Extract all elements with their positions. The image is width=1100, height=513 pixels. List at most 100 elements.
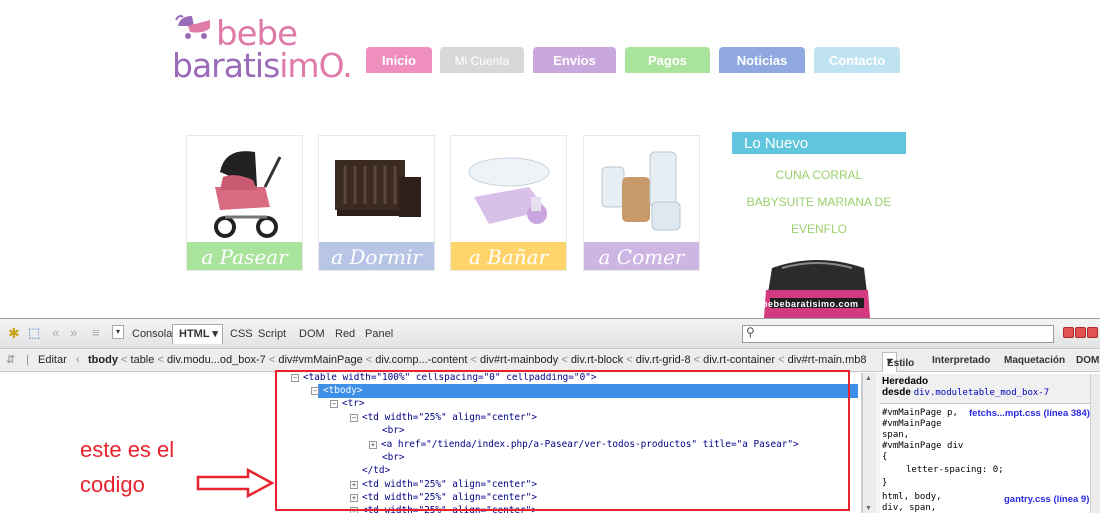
category-tile-banar[interactable]: a Bañar — [450, 135, 567, 271]
detach-icon[interactable] — [1075, 327, 1086, 338]
window-buttons — [1062, 327, 1098, 341]
style-side-panel: Estilo ▾ Interpretado Maquetación DOM He… — [880, 350, 1100, 513]
bottles-image — [601, 151, 681, 231]
tile-caption-banar: a Bañar — [451, 242, 566, 270]
html-tree-scrollbar[interactable]: ▲ ▼ — [862, 373, 876, 513]
breadcrumb-item[interactable]: div.rt-grid-8 — [636, 354, 691, 366]
breadcrumb-item[interactable]: div.rt-container — [703, 354, 775, 366]
news-title: Lo Nuevo — [732, 132, 906, 154]
nav-pagos[interactable]: Pagos — [625, 47, 710, 73]
news-item-line3[interactable]: EVENFLO — [732, 222, 906, 236]
css-source-link[interactable]: gantry.css (línea 9) — [1004, 494, 1089, 505]
logo-text-part1: baratis — [172, 46, 280, 85]
scroll-down-icon[interactable]: ▼ — [865, 505, 872, 512]
inherited-selector[interactable]: div.moduletable_mod_box-7 — [914, 388, 1049, 398]
tab-html[interactable]: HTML ▾ — [172, 324, 223, 344]
forward-icon[interactable]: » — [70, 325, 77, 340]
tile-caption-comer: a Comer — [584, 242, 699, 270]
pram-logo-icon — [175, 15, 210, 39]
side-panel-scrollbar[interactable] — [1090, 374, 1100, 513]
breadcrumb-divider: | — [26, 354, 29, 366]
breadcrumb-item[interactable]: table — [131, 354, 155, 366]
category-tile-comer[interactable]: a Comer — [583, 135, 700, 271]
tab-dom[interactable]: DOM — [299, 328, 325, 340]
nav-contacto[interactable]: Contacto — [814, 47, 900, 73]
tab-dom-side[interactable]: DOM — [1076, 355, 1099, 366]
category-tile-pasear[interactable]: a Pasear — [186, 135, 303, 271]
breadcrumb-item[interactable]: div#vmMainPage — [278, 354, 362, 366]
edit-button[interactable]: Editar — [38, 350, 67, 371]
firebug-toolbar: ✱ ⬚ « » ≡ ▾ Consola HTML ▾ CSS Script DO… — [0, 319, 1100, 349]
rule2-selector-line: div, span, — [882, 503, 937, 513]
breadcrumb-separator: < — [778, 354, 785, 366]
category-tile-dormir[interactable]: a Dormir — [318, 135, 435, 271]
rule1-close-brace: } — [882, 478, 888, 488]
minimize-icon[interactable] — [1063, 327, 1074, 338]
css-property[interactable]: letter-spacing: 0; — [906, 465, 1004, 475]
rule2-selector-line: html, body, — [882, 492, 942, 502]
scroll-up-icon[interactable]: ▲ — [865, 375, 872, 382]
rule1-selector-line: #vmMainPage p, — [882, 408, 958, 418]
css-source-link[interactable]: fetchs...mpt.css (línea 384) — [969, 408, 1090, 419]
firebug-search-input[interactable]: ⚲ — [742, 325, 1054, 343]
breadcrumb-separator: < — [365, 354, 373, 366]
annotation-arrow-icon — [196, 468, 275, 498]
inherited-from-label: desde — [882, 387, 911, 398]
breadcrumb-separator: < — [470, 354, 477, 366]
breadcrumb-separator: < — [626, 354, 633, 366]
logo-text-part2: imO. — [279, 46, 352, 85]
tab-red[interactable]: Red — [335, 328, 355, 340]
rule1-selector-line: span, — [882, 430, 910, 440]
tab-estilo[interactable]: Estilo ▾ — [882, 352, 914, 372]
nav-inicio[interactable]: Inicio — [366, 47, 432, 73]
annotation-line1: este es el — [80, 437, 175, 462]
playpen-image[interactable]: bebebaratisimo.com — [752, 250, 882, 318]
side-tabs: Estilo ▾ Interpretado Maquetación DOM — [880, 350, 1100, 372]
tab-maquetacion[interactable]: Maquetación — [1004, 355, 1065, 366]
inherited-title: Heredado — [882, 376, 929, 387]
breadcrumb-scroll-left-icon[interactable]: ‹ — [76, 350, 80, 371]
breadcrumb-item[interactable]: div.rt-block — [571, 354, 623, 366]
list-icon[interactable]: ≡ — [92, 325, 100, 340]
menu-dropdown-icon[interactable]: ▾ — [112, 325, 124, 339]
inherited-header: Heredado desde div.moduletable_mod_box-7 — [880, 374, 1090, 404]
bathtub-image — [468, 157, 550, 224]
news-item-line2[interactable]: BABYSUITE MARIANA DE — [732, 195, 906, 209]
playpen-image-caption: bebebaratisimo.com — [762, 299, 859, 309]
nav-noticias[interactable]: Noticias — [719, 47, 805, 73]
breadcrumb-separator: < — [268, 354, 276, 366]
breadcrumb-icon: ⇵ — [6, 354, 16, 366]
close-icon[interactable] — [1087, 327, 1098, 338]
breadcrumb-current[interactable]: tbody — [88, 354, 118, 366]
tile-caption-pasear: a Pasear — [187, 242, 302, 270]
tab-css[interactable]: CSS — [230, 328, 253, 340]
breadcrumb-separator: < — [157, 354, 164, 366]
tab-script[interactable]: Script — [258, 328, 286, 340]
site-logo[interactable]: bebe baratisimO. — [172, 12, 362, 85]
breadcrumb-item[interactable]: div#rt-main.mb8 — [788, 354, 867, 366]
news-item-line1[interactable]: CUNA CORRAL — [732, 168, 906, 182]
search-icon: ⚲ — [746, 325, 755, 339]
breadcrumb-separator: < — [693, 354, 701, 366]
back-icon[interactable]: « — [52, 325, 59, 340]
tab-estilo-label: Estilo — [887, 358, 915, 369]
annotation-line2: codigo — [80, 472, 145, 497]
tab-interpretado[interactable]: Interpretado — [932, 355, 990, 366]
breadcrumb: ⇵ | Editar ‹ tbody < table < div.modu...… — [0, 350, 880, 372]
inspect-icon[interactable]: ⬚ — [28, 325, 40, 341]
stroller-image — [214, 151, 282, 238]
breadcrumb-item[interactable]: div.modu...od_box-7 — [167, 354, 266, 366]
breadcrumb-item[interactable]: div.comp...-content — [375, 354, 467, 366]
breadcrumb-separator: < — [121, 354, 128, 366]
nav-mi-cuenta[interactable]: Mi Cuenta — [440, 47, 524, 73]
nav-envios[interactable]: Envios — [533, 47, 616, 73]
rule1-selector-line: #vmMainPage div — [882, 441, 964, 451]
crib-image — [335, 160, 421, 217]
tab-consola[interactable]: Consola — [132, 328, 172, 340]
highlight-box — [275, 370, 850, 511]
breadcrumb-item[interactable]: div#rt-mainbody — [480, 354, 558, 366]
breadcrumb-separator: < — [561, 354, 568, 366]
website-viewport: bebe baratisimO. Inicio Mi Cuenta Envios… — [0, 0, 1092, 318]
tab-panel[interactable]: Panel — [365, 328, 393, 340]
firebug-bug-icon[interactable]: ✱ — [8, 325, 20, 342]
